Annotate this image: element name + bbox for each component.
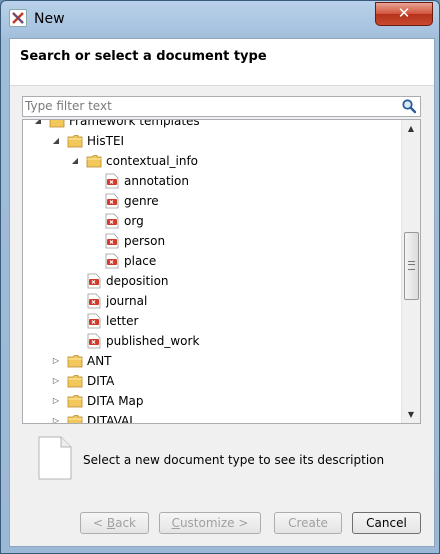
tree-item-label: place (124, 254, 157, 268)
tree-item-label: HisTEI (87, 134, 125, 148)
tree-item-label: ANT (87, 354, 112, 368)
cancel-button-label: Cancel (366, 516, 407, 530)
expand-arrow-icon[interactable]: ▷ (51, 371, 61, 391)
window-title: New (34, 11, 65, 27)
xml-file-icon (104, 233, 120, 249)
xml-file-icon (104, 213, 120, 229)
tree-item-label: DITAVAL (87, 414, 136, 424)
xml-file-icon (104, 193, 120, 209)
collapse-arrow-icon[interactable]: ◢ (51, 131, 61, 151)
tree-item-label: published_work (106, 334, 200, 348)
xml-file-icon (104, 173, 120, 189)
folder-icon (49, 120, 65, 129)
xml-file-icon (86, 333, 102, 349)
customize-button-mnemonic: C (171, 516, 180, 530)
expand-arrow-icon[interactable]: ▷ (51, 391, 61, 411)
dialog-client-area: Search or select a document type ◢ Framew… (9, 38, 435, 547)
tree-item-label: letter (106, 314, 139, 328)
xml-file-icon (86, 273, 102, 289)
customize-button-label: ustomize > (179, 516, 249, 530)
tree-item-label: genre (124, 194, 159, 208)
xml-file-icon (86, 313, 102, 329)
back-button-mnemonic: B (106, 516, 116, 530)
folder-icon (67, 413, 83, 423)
create-button-label: Create (288, 516, 328, 530)
tree-item-label: deposition (106, 274, 169, 288)
back-button-label: ack (115, 516, 136, 530)
tree-item-label: DITA (87, 374, 115, 388)
close-button[interactable]: ✕ (375, 2, 433, 26)
new-dialog-window: New ✕ Search or select a document type ◢… (0, 0, 440, 554)
xml-file-icon (104, 253, 120, 269)
tree-item-label: person (124, 234, 166, 248)
title-bar[interactable]: New ✕ (1, 1, 439, 37)
blank-document-icon (38, 436, 72, 480)
collapse-arrow-icon[interactable]: ◢ (33, 120, 43, 131)
expand-arrow-icon[interactable]: ▷ (51, 411, 61, 423)
tree-item-label: Framework templates (69, 119, 200, 128)
scroll-up-arrow-icon[interactable]: ▲ (402, 120, 420, 137)
tree-item-label: journal (106, 294, 148, 308)
tree-item-label: org (124, 214, 144, 228)
back-button-prefix: < (92, 516, 107, 530)
customize-button[interactable]: Customize > (159, 512, 261, 534)
description-text: Select a new document type to see its de… (83, 453, 385, 467)
tree-vertical-scrollbar[interactable]: ▲ ▼ (401, 120, 420, 423)
back-button[interactable]: < Back (80, 512, 149, 534)
create-button[interactable]: Create (274, 512, 342, 534)
expand-arrow-icon[interactable]: ▷ (51, 351, 61, 371)
dialog-header: Search or select a document type (10, 39, 434, 86)
oxygen-app-icon (9, 9, 27, 27)
filter-input[interactable] (23, 97, 395, 114)
tree-item-label: annotation (124, 174, 189, 188)
tree-item-label: DITA Map (87, 394, 144, 408)
folder-icon (67, 133, 83, 149)
document-type-tree[interactable]: ◢ Framework templates ◢ HisTEI ◢ contextual_i… (22, 119, 421, 424)
folder-icon (86, 153, 102, 169)
grip-icon (408, 261, 415, 270)
close-icon: ✕ (397, 4, 411, 22)
filter-field[interactable] (22, 96, 421, 117)
cancel-button[interactable]: Cancel (352, 512, 421, 534)
collapse-arrow-icon[interactable]: ◢ (70, 151, 80, 171)
folder-icon (67, 373, 83, 389)
folder-icon (67, 353, 83, 369)
tree-item-label: contextual_info (106, 154, 199, 168)
dialog-header-title: Search or select a document type (20, 49, 267, 64)
xml-file-icon (86, 293, 102, 309)
folder-icon (67, 393, 83, 409)
search-icon[interactable] (401, 98, 417, 114)
scroll-thumb[interactable] (404, 232, 419, 300)
scroll-down-arrow-icon[interactable]: ▼ (402, 406, 420, 423)
